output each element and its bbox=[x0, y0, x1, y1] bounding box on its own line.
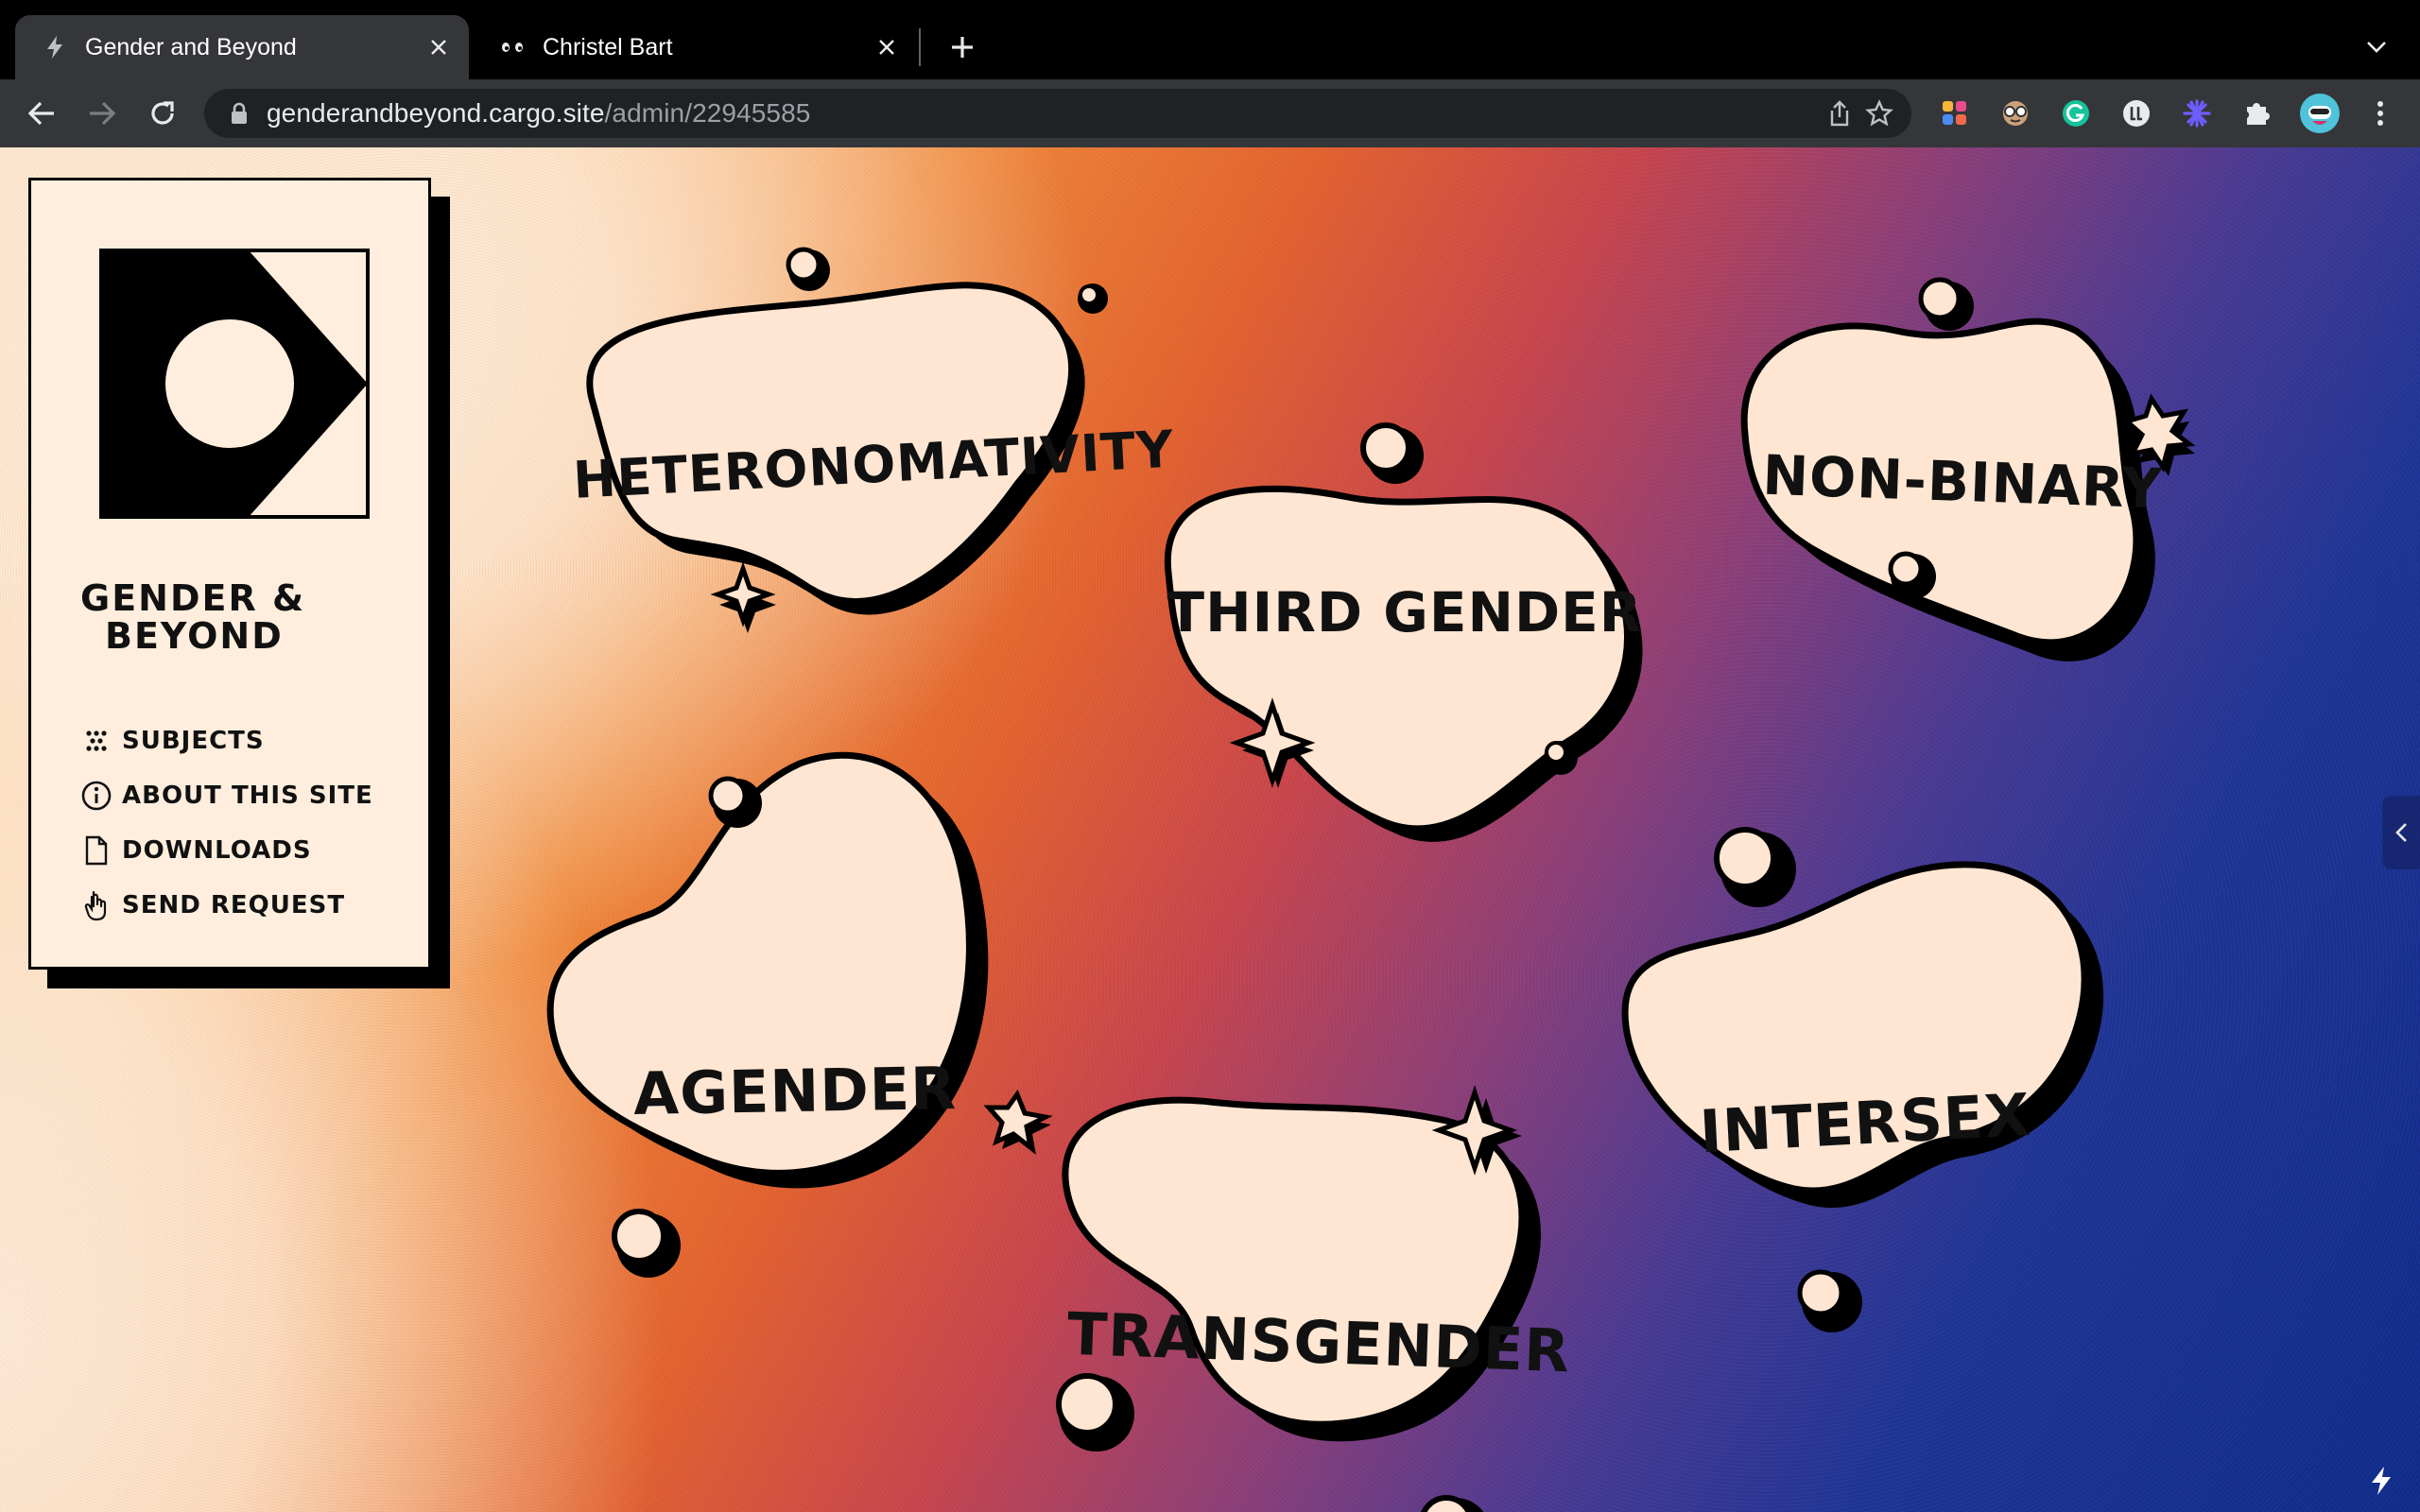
extension-app-icon[interactable] bbox=[1934, 93, 1976, 134]
menu-item-label: Downloads bbox=[122, 836, 312, 865]
sidebar-card: Gender & Beyond Subjects About this site bbox=[28, 178, 431, 970]
address-bar[interactable]: genderandbeyond.cargo.site/admin/2294558… bbox=[204, 89, 1911, 138]
lock-icon bbox=[225, 102, 253, 125]
gender-and-beyond-logo[interactable] bbox=[97, 247, 372, 521]
browser-menu-button[interactable] bbox=[2360, 93, 2401, 134]
speech-blob bbox=[546, 751, 1053, 1278]
eyes-icon bbox=[493, 41, 531, 54]
extension-ll-icon[interactable] bbox=[2116, 93, 2157, 134]
bolt-icon bbox=[36, 35, 74, 60]
cargo-bolt-icon[interactable] bbox=[2365, 1465, 2397, 1497]
grammarly-icon[interactable] bbox=[2055, 93, 2097, 134]
close-tab-icon[interactable] bbox=[420, 28, 458, 66]
plus-icon bbox=[952, 37, 973, 58]
new-tab-button[interactable] bbox=[940, 25, 985, 70]
menu-item-subjects[interactable]: Subjects bbox=[80, 713, 373, 768]
forward-button[interactable] bbox=[79, 91, 125, 136]
hand-pointer-icon bbox=[80, 889, 112, 921]
speech-blob bbox=[1621, 827, 2104, 1332]
menu-item-label: Subjects bbox=[122, 727, 265, 755]
tab-search-button[interactable] bbox=[2354, 25, 2399, 70]
extensions-puzzle-icon[interactable] bbox=[2237, 93, 2278, 134]
extension-glasses-icon[interactable] bbox=[1995, 93, 2036, 134]
back-button[interactable] bbox=[19, 91, 64, 136]
arrow-right-icon bbox=[90, 101, 116, 126]
chevron-left-icon bbox=[2395, 823, 2407, 842]
subject-bubble-heteronormativity[interactable]: Heteronomativity bbox=[572, 247, 1176, 644]
tab-divider bbox=[919, 28, 921, 66]
panel-toggle-button[interactable] bbox=[2382, 796, 2420, 869]
url-path: /admin/22945585 bbox=[604, 98, 811, 128]
subject-label: Third Gender bbox=[1167, 580, 1643, 644]
menu-item-label: About this site bbox=[122, 782, 373, 810]
browser-toolbar: genderandbeyond.cargo.site/admin/2294558… bbox=[0, 79, 2420, 147]
kebab-menu-icon bbox=[2377, 101, 2383, 126]
tab-christel-bart[interactable]: Christel Bart bbox=[473, 15, 917, 79]
subject-bubble-transgender[interactable]: Transgender bbox=[1049, 1017, 1579, 1512]
brand-line-1: Gender & bbox=[80, 577, 306, 619]
chevron-down-icon bbox=[2367, 42, 2386, 53]
url-text: genderandbeyond.cargo.site/admin/2294558… bbox=[267, 98, 810, 129]
subject-bubble-intersex[interactable]: Intersex bbox=[1607, 790, 2136, 1332]
menu-item-send-request[interactable]: Send request bbox=[80, 878, 373, 933]
subject-bubble-non-binary[interactable]: Non-Binary bbox=[1736, 274, 2227, 709]
close-tab-icon[interactable] bbox=[868, 28, 906, 66]
page-canvas: Gender & Beyond Subjects About this site bbox=[0, 147, 2420, 1512]
tab-title: Christel Bart bbox=[543, 33, 673, 60]
speech-blob bbox=[1164, 422, 1643, 842]
brand-line-2: Beyond bbox=[105, 615, 284, 657]
tab-strip: Gender and Beyond Christel Bart bbox=[0, 0, 2420, 79]
bookmark-star-icon[interactable] bbox=[1858, 93, 1900, 134]
subject-bubble-agender[interactable]: Agender bbox=[535, 726, 1064, 1312]
menu-item-downloads[interactable]: Downloads bbox=[80, 823, 373, 878]
reload-button[interactable] bbox=[140, 91, 185, 136]
menu-item-about[interactable]: About this site bbox=[80, 768, 373, 823]
profile-avatar[interactable] bbox=[2297, 91, 2342, 136]
share-icon[interactable] bbox=[1819, 93, 1860, 134]
dice-icon bbox=[80, 725, 112, 757]
menu-item-label: Send request bbox=[122, 891, 346, 919]
subject-label: Agender bbox=[632, 1054, 958, 1128]
arrow-left-icon bbox=[27, 101, 54, 126]
sidebar-menu: Subjects About this site Downloads Send … bbox=[80, 713, 373, 933]
subject-bubble-third-gender[interactable]: Third Gender bbox=[1140, 421, 1669, 932]
info-icon bbox=[80, 780, 112, 812]
brand-title[interactable]: Gender & Beyond bbox=[80, 579, 383, 655]
reload-icon bbox=[151, 101, 174, 125]
url-host: genderandbeyond.cargo.site bbox=[267, 98, 605, 128]
document-icon bbox=[80, 834, 112, 867]
extension-asterisk-icon[interactable] bbox=[2176, 93, 2218, 134]
tab-title: Gender and Beyond bbox=[85, 33, 297, 60]
tab-gender-and-beyond[interactable]: Gender and Beyond bbox=[15, 15, 469, 79]
speech-blob bbox=[1056, 1085, 1541, 1512]
